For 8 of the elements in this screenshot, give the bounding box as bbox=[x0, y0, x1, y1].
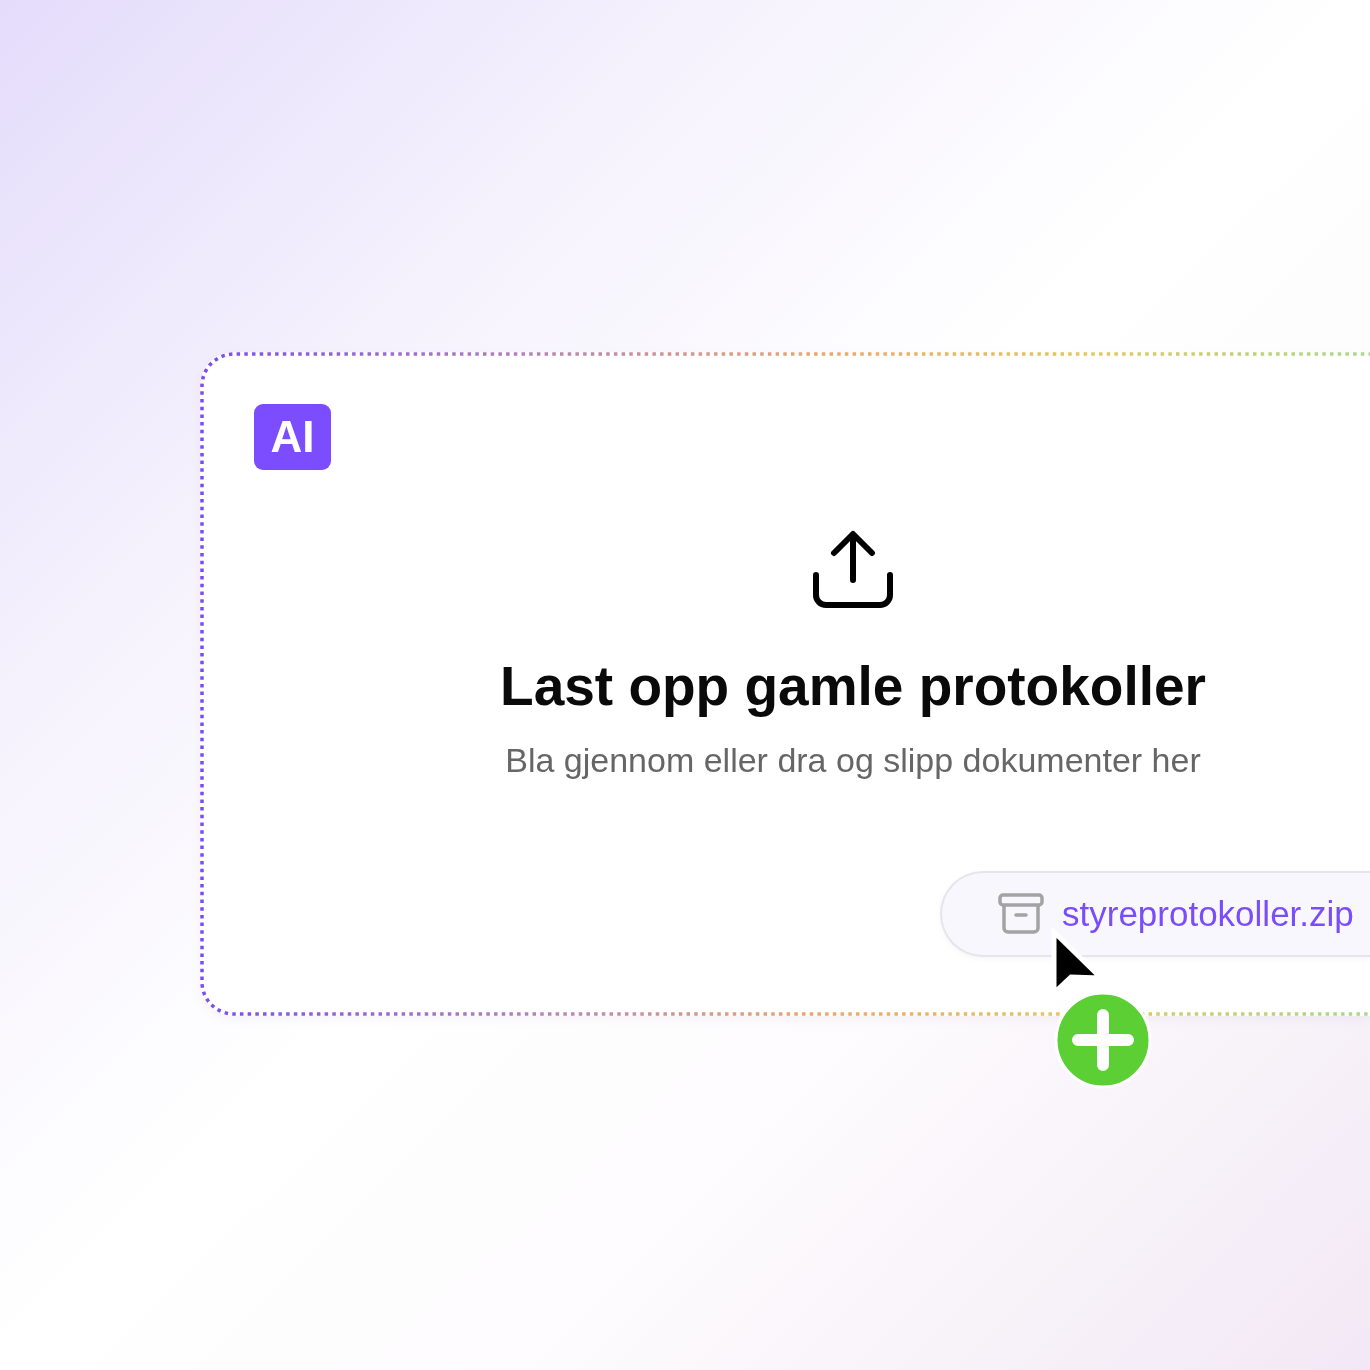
plus-icon bbox=[1054, 991, 1152, 1089]
ai-badge: AI bbox=[254, 404, 331, 470]
file-name: styreprotokoller.zip bbox=[1062, 893, 1354, 935]
file-chip[interactable]: styreprotokoller.zip bbox=[940, 871, 1370, 957]
archive-box-icon bbox=[998, 893, 1044, 935]
dropzone-title: Last opp gamle protokoller bbox=[500, 656, 1206, 717]
dropzone-instructions: Bla gjennom eller dra og slipp dokumenter her bbox=[505, 739, 1201, 781]
upload-icon bbox=[813, 530, 893, 610]
